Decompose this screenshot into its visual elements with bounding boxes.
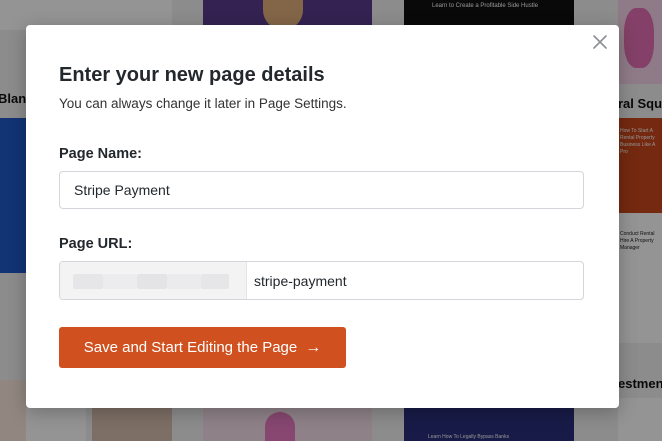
close-icon[interactable] — [591, 33, 609, 51]
page-url-slug-input[interactable] — [246, 262, 583, 299]
page-details-modal: Enter your new page details You can alwa… — [26, 25, 619, 408]
modal-subtitle: You can always change it later in Page S… — [59, 96, 347, 111]
save-button-label: Save and Start Editing the Page — [83, 339, 298, 356]
save-and-edit-button[interactable]: Save and Start Editing the Page → — [59, 327, 346, 368]
page-name-input[interactable] — [59, 171, 584, 209]
modal-title: Enter your new page details — [59, 64, 325, 86]
page-url-field — [59, 261, 584, 300]
arrow-right-icon: → — [305, 338, 322, 356]
url-prefix-redacted — [60, 262, 247, 299]
page-name-label: Page Name: — [59, 146, 143, 162]
page-url-label: Page URL: — [59, 236, 133, 252]
